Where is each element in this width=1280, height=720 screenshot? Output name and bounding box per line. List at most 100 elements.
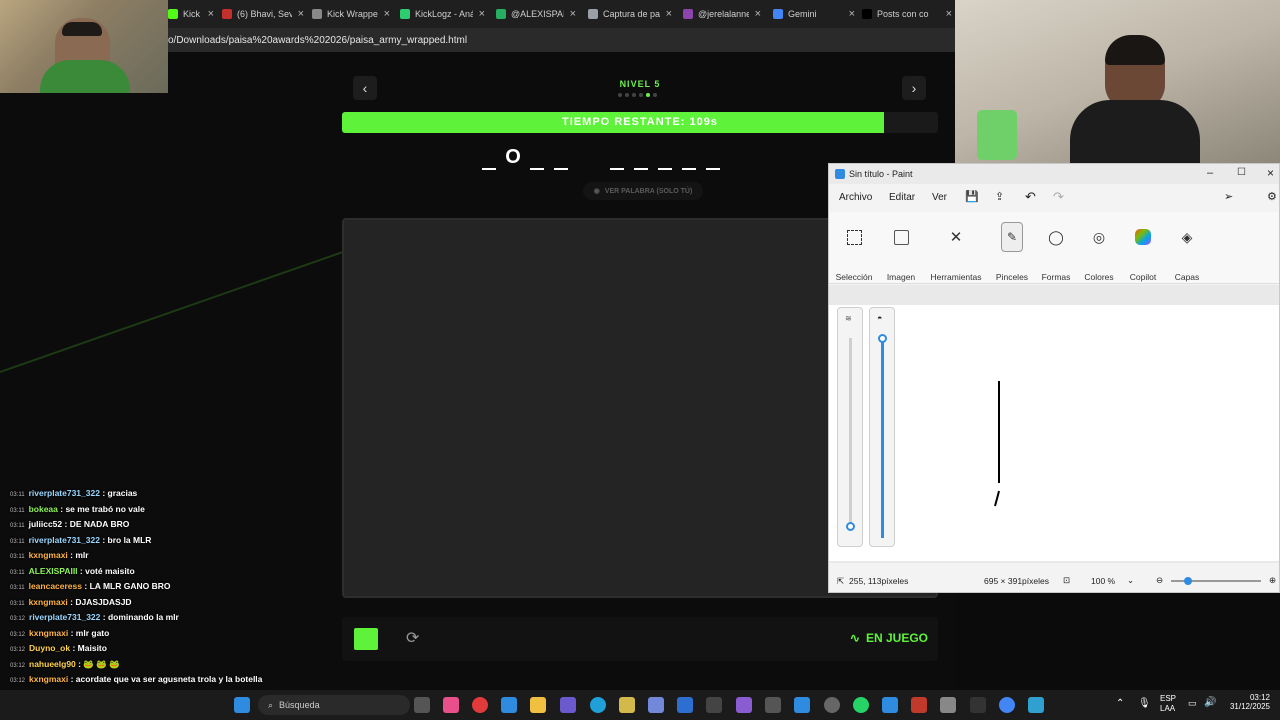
paint-canvas[interactable]	[829, 305, 1279, 561]
brush-size-slider[interactable]: ≋	[837, 307, 863, 547]
app-icon[interactable]	[765, 697, 781, 713]
vscode-icon[interactable]	[677, 697, 693, 713]
paint-taskbar-icon[interactable]	[1028, 697, 1044, 713]
zoom-in-icon[interactable]: ⊕	[1269, 575, 1276, 586]
app-icon[interactable]	[824, 697, 840, 713]
save-icon[interactable]: 💾	[965, 190, 979, 203]
zoom-level[interactable]: 100 %	[1091, 576, 1115, 586]
chevron-up-icon[interactable]: ⌃	[1116, 698, 1124, 709]
tab-close-icon[interactable]: ×	[755, 8, 761, 20]
chat-username[interactable]: Duyno_ok	[29, 643, 70, 653]
ribbon-pinceles[interactable]: ✎ Pinceles	[993, 212, 1031, 284]
ribbon-herramientas[interactable]: ✕ Herramientas	[929, 212, 983, 284]
address-text[interactable]: o/Downloads/paisa%20awards%202026/paisa_…	[168, 35, 467, 46]
browser-tab[interactable]: Gemini ×	[773, 4, 855, 24]
task-view-icon[interactable]	[414, 697, 430, 713]
ribbon-imagen[interactable]: Imagen	[883, 212, 919, 284]
chat-username[interactable]: riverplate731_322	[29, 488, 100, 498]
tab-close-icon[interactable]: ×	[298, 8, 304, 20]
start-icon[interactable]	[234, 697, 250, 713]
chat-username[interactable]: ALEXISPAIII	[29, 566, 78, 576]
network-icon[interactable]: ▭	[1188, 698, 1197, 709]
chrome-icon[interactable]	[999, 697, 1015, 713]
chat-time: 03:11	[10, 492, 25, 498]
folder-icon[interactable]	[530, 697, 546, 713]
copilot-taskbar-icon[interactable]	[443, 697, 459, 713]
undo-icon[interactable]: ↶	[1025, 189, 1036, 205]
chat-username[interactable]: kxngmaxi	[29, 550, 68, 560]
zoom-out-icon[interactable]: ⊖	[1156, 575, 1163, 586]
zoom-slider-thumb[interactable]	[1184, 577, 1192, 585]
tab-close-icon[interactable]: ×	[570, 8, 576, 20]
app-icon[interactable]	[911, 697, 927, 713]
tab-close-icon[interactable]: ×	[946, 8, 952, 20]
chat-username[interactable]: riverplate731_322	[29, 535, 100, 545]
chat-username[interactable]: juliicc52	[29, 519, 63, 529]
opera-icon[interactable]	[472, 697, 488, 713]
menu-ver[interactable]: Ver	[932, 192, 947, 203]
language-indicator[interactable]: ESP LAA	[1160, 694, 1176, 714]
ribbon-seleccion[interactable]: Selección	[835, 212, 873, 284]
store-icon[interactable]	[501, 697, 517, 713]
chevron-down-icon[interactable]: ⌄	[1127, 575, 1134, 586]
browser-tab[interactable]: Captura de pa ×	[588, 4, 672, 24]
tab-close-icon[interactable]: ×	[666, 8, 672, 20]
send-icon[interactable]: ➢	[1224, 190, 1233, 203]
edge-icon[interactable]	[590, 697, 606, 713]
ribbon-capas[interactable]: ◈ Capas	[1171, 212, 1203, 284]
chat-username[interactable]: kxngmaxi	[29, 628, 68, 638]
chat-username[interactable]: kxngmaxi	[29, 597, 68, 607]
redo-icon[interactable]: ↷	[1053, 189, 1064, 205]
whatsapp-icon[interactable]	[853, 697, 869, 713]
browser-tab[interactable]: (6) Bhavi, Seve ×	[222, 4, 304, 24]
peek-word-button[interactable]: ◉ VER PALABRA (SOLO TÚ)	[583, 182, 703, 200]
clock[interactable]: 03:12 31/12/2025	[1230, 693, 1270, 711]
app-icon[interactable]	[794, 697, 810, 713]
gear-icon[interactable]	[940, 697, 956, 713]
opacity-slider[interactable]: ◓	[869, 307, 895, 547]
next-level-button[interactable]: ›	[902, 76, 926, 100]
chat-time: 03:11	[10, 538, 25, 545]
volume-icon[interactable]: 🔊	[1204, 697, 1216, 708]
color-swatch[interactable]	[354, 628, 378, 650]
terminal-icon[interactable]	[970, 697, 986, 713]
browser-tab[interactable]: KickLogz - Anál ×	[400, 4, 485, 24]
tab-close-icon[interactable]: ×	[384, 8, 390, 20]
ribbon-formas[interactable]: ◯ Formas	[1039, 212, 1073, 284]
menu-archivo[interactable]: Archivo	[839, 192, 872, 203]
ribbon-label: Capas	[1174, 272, 1200, 282]
prev-level-button[interactable]: ‹	[353, 76, 377, 100]
word-letter-slot	[482, 144, 496, 170]
chat-username[interactable]: bokeaa	[29, 504, 58, 514]
close-icon[interactable]: ×	[1267, 166, 1274, 180]
browser-tab[interactable]: Kick D ×	[168, 4, 214, 24]
pen-icon[interactable]	[560, 697, 576, 713]
browser-tab[interactable]: Posts con co ×	[862, 4, 952, 24]
tab-close-icon[interactable]: ×	[479, 8, 485, 20]
app-icon[interactable]	[619, 697, 635, 713]
mic-icon[interactable]: 🎙	[1138, 698, 1151, 709]
ribbon-colores[interactable]: ◎ Colores	[1081, 212, 1117, 284]
taskbar-search[interactable]: ⌕ Búsqueda	[258, 695, 410, 715]
app-icon[interactable]	[736, 697, 752, 713]
tab-close-icon[interactable]: ×	[849, 8, 855, 20]
chat-username[interactable]: riverplate731_322	[29, 612, 100, 622]
browser-tab[interactable]: @ALEXISPAIII - ×	[496, 4, 576, 24]
refresh-icon[interactable]: ⟳	[406, 628, 419, 648]
app-icon[interactable]	[706, 697, 722, 713]
share-icon[interactable]: ⇪	[995, 190, 1004, 203]
settings-icon[interactable]: ⚙	[1267, 190, 1277, 203]
fit-icon[interactable]: ⊡	[1063, 575, 1070, 586]
app-icon[interactable]	[882, 697, 898, 713]
minimize-icon[interactable]: –	[1207, 167, 1213, 179]
chat-username[interactable]: nahueelg90	[29, 659, 76, 669]
ribbon-copilot[interactable]: Copilot	[1125, 212, 1161, 284]
maximize-icon[interactable]: ☐	[1237, 167, 1246, 178]
discord-icon[interactable]	[648, 697, 664, 713]
browser-tab[interactable]: Kick Wrapped ×	[312, 4, 390, 24]
chat-username[interactable]: leancaceress	[29, 581, 82, 591]
menu-editar[interactable]: Editar	[889, 192, 915, 203]
chat-username[interactable]: kxngmaxi	[29, 674, 68, 684]
tab-close-icon[interactable]: ×	[208, 8, 214, 20]
browser-tab[interactable]: @jerelalanne - ×	[683, 4, 761, 24]
